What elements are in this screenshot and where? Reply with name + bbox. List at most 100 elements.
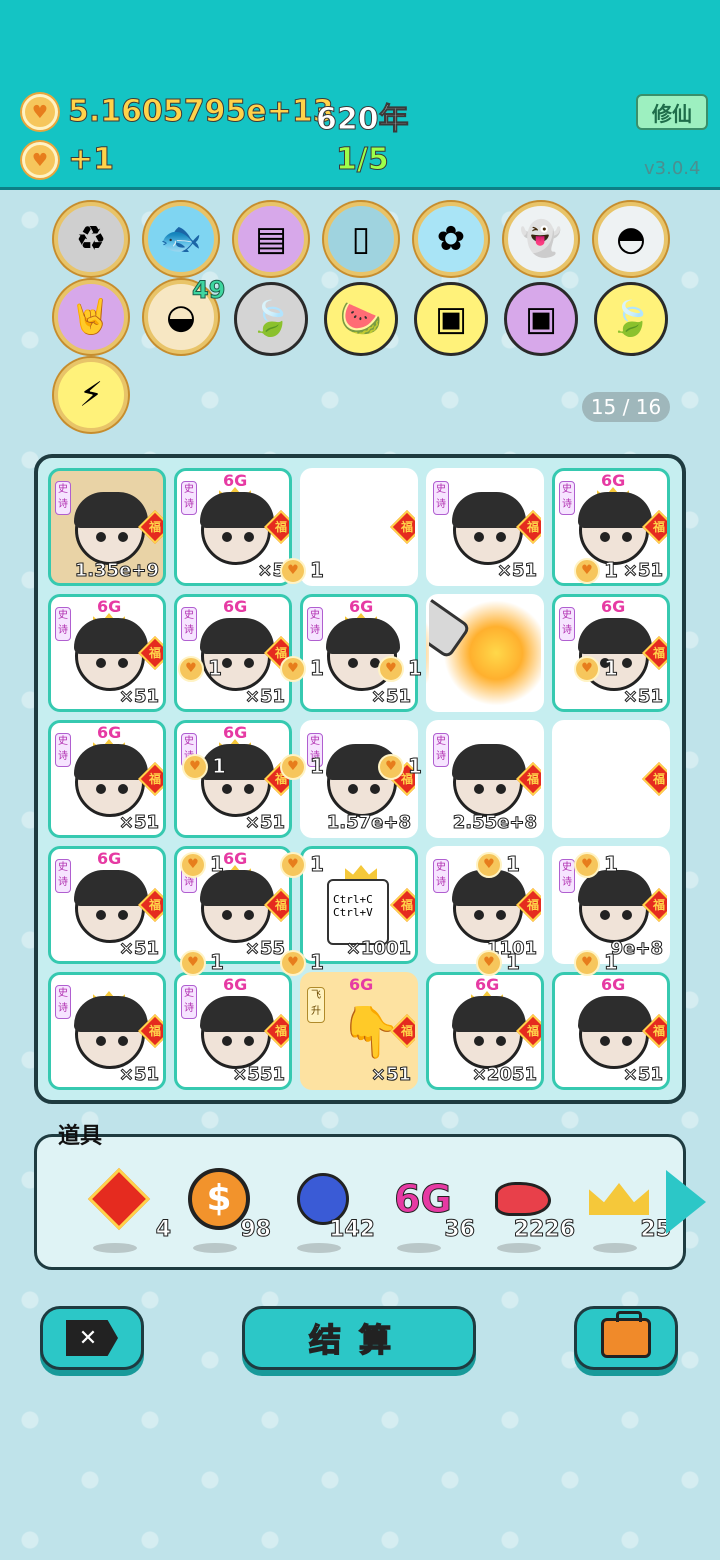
tea-bag-icon[interactable]: ▯	[324, 202, 398, 276]
board-cell[interactable]: 史诗 福 ×51	[426, 468, 544, 586]
heart-coin-icon: ♥	[280, 656, 306, 682]
epic-tag: 史诗	[433, 859, 449, 893]
cell-count: ×51	[244, 812, 285, 834]
character-face	[74, 744, 148, 817]
item-6g[interactable]: 6G 36	[381, 1167, 477, 1257]
rock-hand-icon[interactable]: 🤘	[54, 280, 128, 354]
heart-coin-icon: ♥	[476, 950, 502, 976]
page-counter: 15 / 16	[582, 392, 670, 422]
heart-value: 1	[212, 754, 227, 779]
rice-cooker-icon[interactable]: ◓	[594, 202, 668, 276]
heart-value: 1	[210, 950, 225, 975]
character-face	[74, 618, 148, 691]
character-face	[578, 492, 652, 565]
item-count: 142	[329, 1217, 376, 1243]
character-face	[578, 870, 652, 943]
heart-value: 1	[310, 656, 325, 681]
item-shadow	[497, 1243, 541, 1253]
6g-tag: 6G	[601, 597, 626, 616]
cell-count: ×51	[496, 560, 537, 582]
card-pack-orange-icon[interactable]: ▣	[414, 282, 488, 356]
skill-count-badge: 49	[191, 276, 226, 305]
lightning-icon[interactable]: ⚡	[54, 358, 128, 432]
item-count: 4	[155, 1217, 171, 1243]
cell-count: ×51	[622, 560, 663, 582]
board-cell[interactable]: 6G 史诗 福 ×51	[48, 594, 166, 712]
heart-value: 1	[210, 852, 225, 877]
income-rate: +1	[67, 142, 115, 178]
item-liver[interactable]: 2226	[481, 1167, 577, 1257]
board-cell[interactable]: 6G 福 ×2051	[426, 972, 544, 1090]
6g-tag: 6G	[97, 597, 122, 616]
board-cell[interactable]: 6G 史诗 福 ×51	[174, 594, 292, 712]
item-shadow	[193, 1243, 237, 1253]
item-blueberry[interactable]: 142	[281, 1167, 377, 1257]
flower-pot-icon[interactable]: ✿	[414, 202, 488, 276]
briefcase-button[interactable]	[574, 1306, 678, 1370]
cell-count: ×51	[622, 686, 663, 708]
board-cell[interactable]: 史诗 福 2.55e+8	[426, 720, 544, 838]
fu-tag: 福	[390, 888, 415, 922]
epic-tag: 史诗	[307, 607, 323, 641]
item-shadow	[593, 1243, 637, 1253]
6g-tag: 6G	[223, 723, 248, 742]
card-pack-purple-icon[interactable]: ▣	[504, 282, 578, 356]
cell-count: ×551	[232, 1064, 286, 1086]
green-leaf-icon[interactable]: 🍃	[594, 282, 668, 356]
heart-value: 1	[310, 558, 325, 583]
heart-coin-icon: ♥	[180, 852, 206, 878]
item-crown[interactable]: 25	[577, 1167, 673, 1257]
cultivate-button[interactable]: 修仙	[636, 94, 708, 130]
leaf-icon[interactable]: 🍃	[234, 282, 308, 356]
fish-tank-icon[interactable]: 🐟	[144, 202, 218, 276]
cell-count: ×51	[118, 1064, 159, 1086]
item-fu[interactable]: 4	[77, 1167, 173, 1257]
board-cell[interactable]: 6G 史诗 ×51	[300, 594, 418, 712]
board-cell[interactable]: 6G 福 ×51	[552, 972, 670, 1090]
cell-count: 1.35e+9	[74, 560, 159, 582]
header: ♥ 5.1605795e+13 620年 ♥ +1 1/5 修仙 v3.0.4	[0, 0, 720, 190]
ghost-icon[interactable]: 👻	[504, 202, 578, 276]
fruit-basket-icon[interactable]: 🍉	[324, 282, 398, 356]
board-cell-selected[interactable]: 6G 飞升 👇 福 ×51	[300, 972, 418, 1090]
pan-icon	[429, 597, 472, 660]
item-dollar[interactable]: $ 98	[177, 1167, 273, 1257]
cell-count: ×51	[244, 686, 285, 708]
explosion-cell[interactable]	[426, 594, 544, 712]
heart-value: 1	[506, 852, 521, 877]
cell-count: ×51	[118, 812, 159, 834]
skirt-icon[interactable]: ▤	[234, 202, 308, 276]
board-cell[interactable]: 6G 史诗 福 ×51	[552, 594, 670, 712]
board-cell[interactable]: 6G 史诗 福 ×51	[48, 720, 166, 838]
settle-button[interactable]: 结算	[242, 1306, 476, 1370]
board-cell[interactable]: 史诗 福 1.35e+9	[48, 468, 166, 586]
trash-bag-icon[interactable]: ♻	[54, 202, 128, 276]
character-face	[200, 870, 274, 943]
cell-count: 9e+8	[610, 938, 663, 960]
heart-coin-icon: ♥	[182, 754, 208, 780]
exit-button[interactable]: ✕	[40, 1306, 144, 1370]
board-cell[interactable]: 6G 史诗 福 ×551	[174, 972, 292, 1090]
6g-tag: 6G	[223, 849, 248, 868]
copy-paste-card: Ctrl+C Ctrl+V	[327, 879, 389, 945]
character-face	[452, 744, 526, 817]
6g-tag: 6G	[601, 471, 626, 490]
character-face	[200, 996, 274, 1069]
heart-value: 1	[208, 656, 223, 681]
item-count: 2226	[513, 1217, 575, 1243]
coin-total: 5.1605795e+13	[68, 94, 335, 130]
board-cell[interactable]: 福	[552, 720, 670, 838]
epic-tag: 史诗	[55, 481, 71, 515]
item-count: 98	[240, 1217, 272, 1243]
board-cell[interactable]: 6G 史诗 福 ×5	[174, 468, 292, 586]
board-cell[interactable]: 史诗 福 1.57e+8	[300, 720, 418, 838]
character-face	[200, 492, 274, 565]
cell-count: ×2051	[471, 1064, 537, 1086]
heart-value: 1	[506, 950, 521, 975]
board-cell[interactable]: 史诗 福 ×51	[48, 972, 166, 1090]
briefcase-icon	[601, 1311, 651, 1358]
year-counter: 620年	[316, 102, 410, 138]
heart-coin-icon: ♥	[378, 656, 404, 682]
merge-board: 史诗 福 1.35e+9 6G 史诗 福 ×5 福 史诗 福 ×51 6G 史诗…	[34, 454, 686, 1104]
board-cell[interactable]: 6G 史诗 福 ×51	[48, 846, 166, 964]
